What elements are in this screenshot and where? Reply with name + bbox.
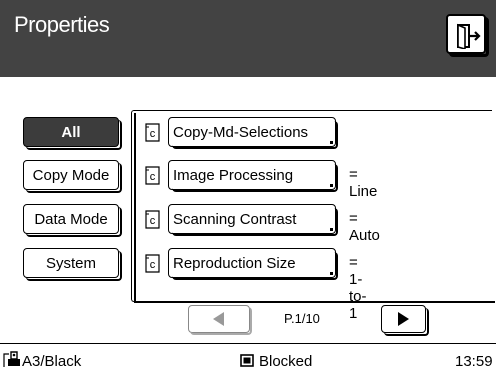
lock-status: Blocked [259,353,313,370]
status-bar: A3/Black Blocked 13:59 [0,343,496,372]
svg-text:c: c [150,215,156,227]
right-arrow-icon [398,312,409,326]
item-label: Image Processing [173,166,294,184]
item-label: Copy-Md-Selections [173,123,309,141]
document-c-icon: c [145,166,160,185]
copy-md-selections-button[interactable]: Copy-Md-Selections [168,117,338,149]
category-system-label: System [45,254,96,272]
image-processing-button[interactable]: Image Processing [168,160,338,192]
item-value: = Line [349,166,378,200]
header-bar: Properties [0,0,496,77]
item-value: = 1-to-1 [349,254,367,322]
next-page-button[interactable] [381,305,429,336]
previous-page-button[interactable] [188,305,252,335]
category-copy-mode-button[interactable]: Copy Mode [23,160,122,193]
exit-button[interactable] [446,14,489,57]
svg-text:c: c [150,128,156,140]
document-c-icon: c [145,254,160,273]
item-label: Reproduction Size [173,254,296,272]
category-all-label: All [61,123,81,141]
page-indicator: P.1/10 [284,311,320,326]
scanning-contrast-button[interactable]: Scanning Contrast [168,204,338,236]
document-c-icon: c [145,123,160,142]
category-all-button[interactable]: All [23,117,122,150]
paper-status: A3/Black [22,353,82,370]
clock-time: 13:59 [455,353,493,370]
left-arrow-icon [213,312,224,326]
printer-icon [3,351,20,367]
item-value: = Auto [349,210,380,244]
blocked-icon [240,354,254,367]
page-title: Properties [14,12,110,37]
document-c-icon: c [145,210,160,229]
category-data-mode-label: Data Mode [34,210,108,228]
category-copy-mode-label: Copy Mode [32,166,110,184]
svg-text:c: c [150,259,156,271]
category-data-mode-button[interactable]: Data Mode [23,204,122,237]
svg-text:c: c [150,171,156,183]
category-system-button[interactable]: System [23,248,122,281]
item-label: Scanning Contrast [173,210,297,228]
reproduction-size-button[interactable]: Reproduction Size [168,248,338,280]
exit-icon [457,23,481,49]
